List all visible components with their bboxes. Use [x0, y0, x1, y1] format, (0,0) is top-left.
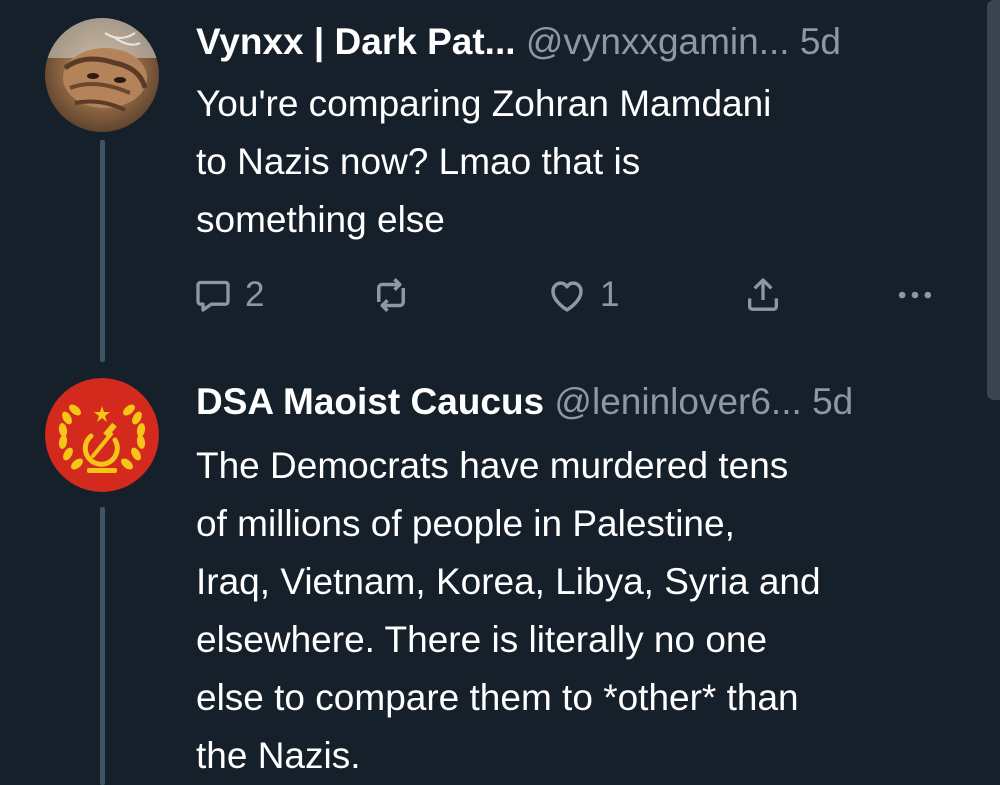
retweet-button[interactable] [370, 272, 412, 318]
text-line: The Democrats have murdered tens [196, 445, 789, 486]
retweet-icon [377, 278, 405, 312]
tweet-actions: 2 1 [193, 272, 950, 318]
reply-icon [196, 280, 230, 312]
like-count: 1 [600, 275, 620, 314]
timestamp[interactable]: 5d [800, 21, 841, 62]
avatar[interactable] [45, 18, 159, 132]
reply-count: 2 [245, 275, 265, 314]
thread-line-bottom [100, 507, 105, 785]
share-button[interactable] [743, 272, 783, 318]
share-icon [748, 278, 778, 311]
reply-button[interactable]: 2 [193, 272, 264, 318]
text-line: You're comparing Zohran Mamdani [196, 83, 772, 124]
timestamp[interactable]: 5d [812, 381, 853, 422]
cat-avatar-image [45, 18, 159, 132]
text-line: something else [196, 199, 445, 240]
text-line: to Nazis now? Lmao that is [196, 141, 641, 182]
more-button[interactable] [893, 272, 937, 318]
text-line: of millions of people in Palestine, [196, 503, 735, 544]
text-line: else to compare them to *other* than [196, 677, 799, 718]
thread-line-top [100, 140, 105, 362]
text-line: the Nazis. [196, 735, 361, 776]
tweet-header: Vynxx | Dark Pat... @vynxxgamin... 5d [196, 20, 970, 64]
tweet-text: The Democrats have murdered tens of mill… [196, 437, 960, 785]
like-icon [551, 281, 583, 312]
like-button[interactable]: 1 [546, 272, 619, 318]
text-line: Iraq, Vietnam, Korea, Libya, Syria and [196, 561, 821, 602]
display-name[interactable]: DSA Maoist Caucus [196, 381, 544, 422]
handle[interactable]: @leninlover6... [554, 381, 801, 422]
tweet-text: You're comparing Zohran Mamdani to Nazis… [196, 75, 960, 249]
more-icon [898, 291, 932, 299]
text-line: elsewhere. There is literally no one [196, 619, 768, 660]
display-name[interactable]: Vynxx | Dark Pat... [196, 21, 516, 62]
hammer-sickle-emblem-avatar [45, 378, 159, 492]
scrollbar[interactable] [987, 0, 1000, 400]
tweet-header: DSA Maoist Caucus @leninlover6... 5d [196, 380, 970, 424]
avatar[interactable] [45, 378, 159, 492]
handle[interactable]: @vynxxgamin... [526, 21, 790, 62]
